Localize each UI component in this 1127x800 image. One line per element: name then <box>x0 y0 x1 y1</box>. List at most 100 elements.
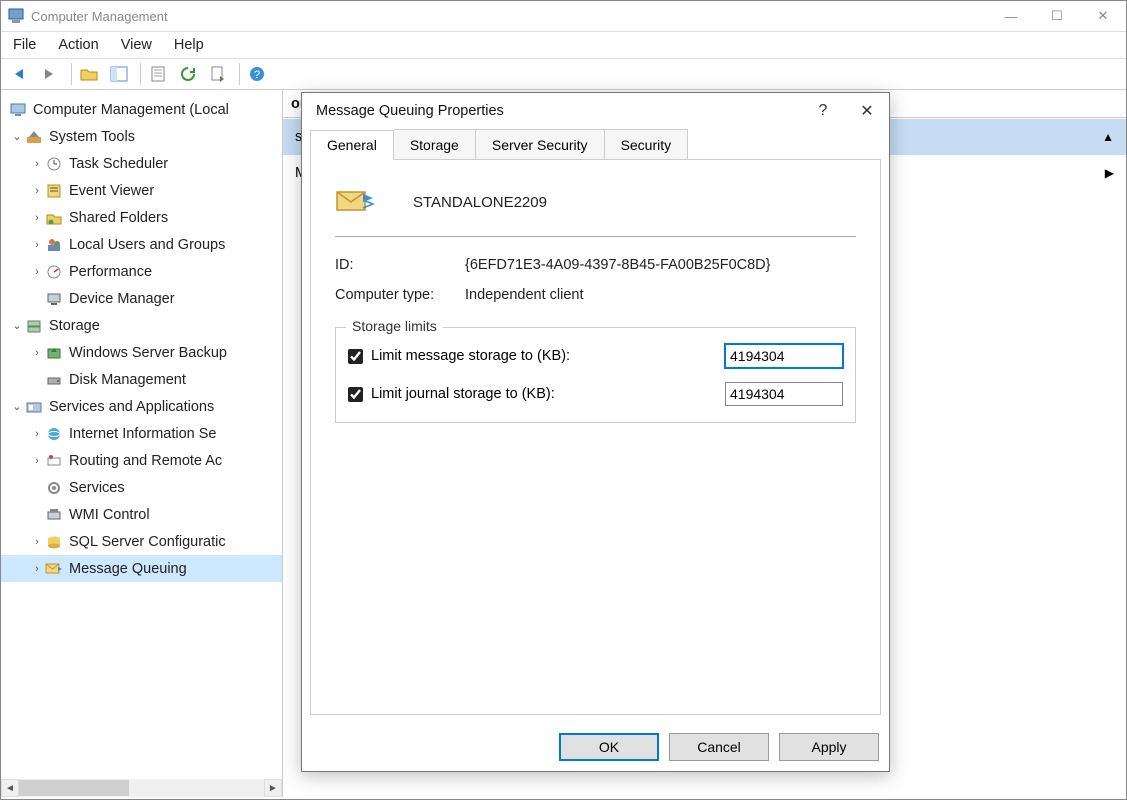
tree-pane[interactable]: Computer Management (Local ⌄ System Tool… <box>1 90 283 797</box>
help-icon[interactable]: ? <box>244 62 270 87</box>
tree-label: SQL Server Configuratic <box>69 534 226 550</box>
limit-message-label: Limit message storage to (KB): <box>371 348 725 364</box>
tree-system-tools[interactable]: ⌄ System Tools <box>1 123 282 150</box>
tree-storage[interactable]: ⌄ Storage <box>1 312 282 339</box>
chevron-right-icon[interactable]: › <box>29 455 45 467</box>
forward-button[interactable] <box>37 62 63 87</box>
tree-iis[interactable]: › Internet Information Se <box>1 420 282 447</box>
chevron-right-icon[interactable]: › <box>29 185 45 197</box>
wmi-icon <box>45 506 63 524</box>
chevron-down-icon[interactable]: ⌄ <box>9 400 25 413</box>
tree-label: Storage <box>49 318 100 334</box>
svg-text:?: ? <box>254 69 260 81</box>
apply-button[interactable]: Apply <box>779 733 879 761</box>
disk-icon <box>45 371 63 389</box>
chevron-right-icon[interactable]: › <box>29 158 45 170</box>
gear-icon <box>45 479 63 497</box>
minimize-button[interactable]: — <box>988 1 1034 31</box>
maximize-button[interactable]: ☐ <box>1034 1 1080 31</box>
chevron-right-icon[interactable]: › <box>29 536 45 548</box>
limit-journal-checkbox[interactable] <box>348 387 363 402</box>
chevron-right-icon[interactable]: › <box>29 266 45 278</box>
close-button[interactable]: ✕ <box>1080 1 1126 31</box>
tree-wmi[interactable]: › WMI Control <box>1 501 282 528</box>
ok-button[interactable]: OK <box>559 733 659 761</box>
back-button[interactable] <box>7 62 33 87</box>
limit-journal-input[interactable] <box>725 382 843 406</box>
tab-content-general: STANDALONE2209 ID: {6EFD71E3-4A09-4397-8… <box>310 159 881 715</box>
tree-root[interactable]: Computer Management (Local <box>1 96 282 123</box>
tree-performance[interactable]: › Performance <box>1 258 282 285</box>
scroll-right-icon[interactable]: ► <box>264 779 282 797</box>
cancel-button[interactable]: Cancel <box>669 733 769 761</box>
scroll-track[interactable] <box>19 779 264 797</box>
tree-services[interactable]: › Services <box>1 474 282 501</box>
tree-label: Task Scheduler <box>69 156 168 172</box>
limits-legend: Storage limits <box>346 318 443 334</box>
menu-action[interactable]: Action <box>58 37 98 53</box>
tree-ws-backup[interactable]: › Windows Server Backup <box>1 339 282 366</box>
rras-icon <box>45 452 63 470</box>
tree-hscroll[interactable]: ◄ ► <box>1 779 282 797</box>
tree-label: Event Viewer <box>69 183 154 199</box>
dialog-titlebar: Message Queuing Properties ? ✕ <box>302 93 889 129</box>
scroll-left-icon[interactable]: ◄ <box>1 779 19 797</box>
close-button[interactable]: ✕ <box>845 93 889 129</box>
properties-icon[interactable] <box>145 62 171 87</box>
tree-label: Routing and Remote Ac <box>69 453 222 469</box>
tree-msmq[interactable]: › Message Queuing <box>1 555 282 582</box>
tree-label: Disk Management <box>69 372 186 388</box>
limit-message-row: Limit message storage to (KB): <box>348 344 843 368</box>
menu-help[interactable]: Help <box>174 37 204 53</box>
export-list-icon[interactable] <box>205 62 231 87</box>
host-name: STANDALONE2209 <box>413 194 547 211</box>
sql-icon <box>45 533 63 551</box>
chevron-down-icon[interactable]: ⌄ <box>9 130 25 143</box>
tree-rras[interactable]: › Routing and Remote Ac <box>1 447 282 474</box>
collapse-arrow-icon: ▲ <box>1102 130 1114 144</box>
limit-message-input[interactable] <box>725 344 843 368</box>
tab-security[interactable]: Security <box>605 129 689 159</box>
toolbar-separator <box>71 63 72 85</box>
id-value: {6EFD71E3-4A09-4397-8B45-FA00B25F0C8D} <box>465 257 771 273</box>
menu-view[interactable]: View <box>121 37 152 53</box>
host-row: STANDALONE2209 <box>335 186 856 218</box>
tree-label: Shared Folders <box>69 210 168 226</box>
chevron-right-icon[interactable]: › <box>29 239 45 251</box>
tab-storage[interactable]: Storage <box>394 129 476 159</box>
msmq-large-icon <box>335 186 377 218</box>
tab-general[interactable]: General <box>310 130 394 160</box>
chevron-right-icon[interactable]: › <box>29 212 45 224</box>
tree-device-manager[interactable]: › Device Manager <box>1 285 282 312</box>
tree-shared-folders[interactable]: › Shared Folders <box>1 204 282 231</box>
window-controls: — ☐ ✕ <box>988 1 1126 31</box>
tree-disk-mgmt[interactable]: › Disk Management <box>1 366 282 393</box>
properties-dialog: Message Queuing Properties ? ✕ General S… <box>301 92 890 772</box>
menubar: File Action View Help <box>1 32 1126 59</box>
chevron-down-icon[interactable]: ⌄ <box>9 319 25 332</box>
tree-serv-apps[interactable]: ⌄ Services and Applications <box>1 393 282 420</box>
tree-label: Services <box>69 480 125 496</box>
id-label: ID: <box>335 257 465 273</box>
tab-server-security[interactable]: Server Security <box>476 129 605 159</box>
scroll-thumb[interactable] <box>19 780 129 796</box>
chevron-right-icon[interactable]: › <box>29 428 45 440</box>
tree-label: Device Manager <box>69 291 175 307</box>
refresh-icon[interactable] <box>175 62 201 87</box>
toolbar: ? <box>1 59 1126 90</box>
show-hide-tree-icon[interactable] <box>106 62 132 87</box>
tree-event-viewer[interactable]: › Event Viewer <box>1 177 282 204</box>
tree-local-users[interactable]: › Local Users and Groups <box>1 231 282 258</box>
chevron-right-icon[interactable]: › <box>29 563 45 575</box>
tree-sql[interactable]: › SQL Server Configuratic <box>1 528 282 555</box>
limit-message-checkbox[interactable] <box>348 349 363 364</box>
tree-task-scheduler[interactable]: › Task Scheduler <box>1 150 282 177</box>
chevron-right-icon[interactable]: › <box>29 347 45 359</box>
tree-label: WMI Control <box>69 507 150 523</box>
storage-icon <box>25 317 43 335</box>
system-tools-icon <box>25 128 43 146</box>
type-value: Independent client <box>465 287 584 303</box>
help-button[interactable]: ? <box>801 93 845 129</box>
menu-file[interactable]: File <box>13 37 36 53</box>
folder-open-icon[interactable] <box>76 62 102 87</box>
